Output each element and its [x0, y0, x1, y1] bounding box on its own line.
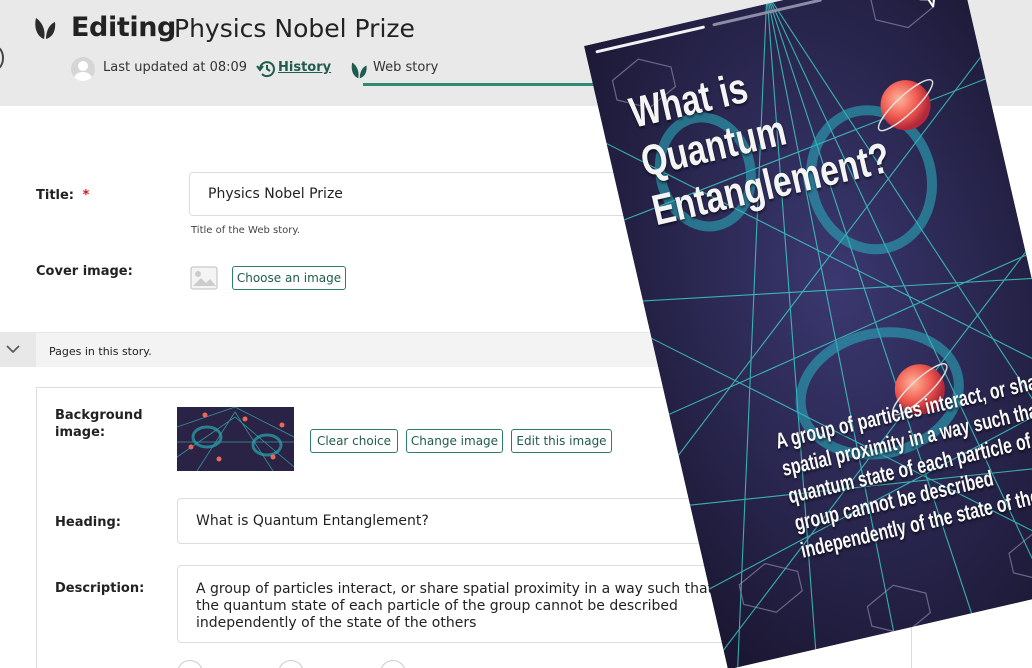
clear-choice-button[interactable]: Clear choice — [310, 429, 398, 453]
active-tab-indicator — [363, 83, 593, 86]
background-image-thumbnail[interactable] — [177, 407, 294, 471]
avatar — [71, 57, 95, 81]
chevron-down-icon[interactable] — [5, 342, 21, 356]
page-root: Editing Physics Nobel Prize Last updated… — [0, 0, 1032, 668]
user-icon — [74, 61, 92, 81]
history-link[interactable]: History — [278, 60, 331, 75]
title-help-text: Title of the Web story. — [191, 225, 301, 236]
cover-image-label: Cover image: — [36, 264, 133, 279]
tab-web-story[interactable]: Web story — [373, 60, 438, 75]
heading-input[interactable]: What is Quantum Entanglement? — [177, 498, 737, 544]
web-story-leaf-icon — [351, 62, 367, 79]
page-title: Physics Nobel Prize — [174, 14, 415, 43]
background-image-label: Background image: — [55, 408, 143, 440]
pages-label: Pages in this story. — [49, 345, 152, 358]
last-updated-text: Last updated at 08:09 — [103, 60, 248, 75]
heading-label: Heading: — [55, 515, 121, 530]
image-placeholder-icon — [190, 266, 218, 290]
choose-image-button[interactable]: Choose an image — [232, 266, 346, 290]
description-label: Description: — [55, 581, 145, 596]
sidebar-toggle[interactable] — [0, 46, 4, 70]
leaf-logo-icon — [35, 18, 56, 39]
title-label: Title: * — [36, 188, 90, 203]
edit-image-button[interactable]: Edit this image — [511, 429, 612, 453]
history-icon[interactable] — [256, 59, 276, 79]
description-textarea[interactable]: A group of particles interact, or share … — [177, 565, 737, 643]
editing-label: Editing — [71, 12, 176, 43]
change-image-button[interactable]: Change image — [406, 429, 503, 453]
required-mark: * — [82, 188, 90, 203]
